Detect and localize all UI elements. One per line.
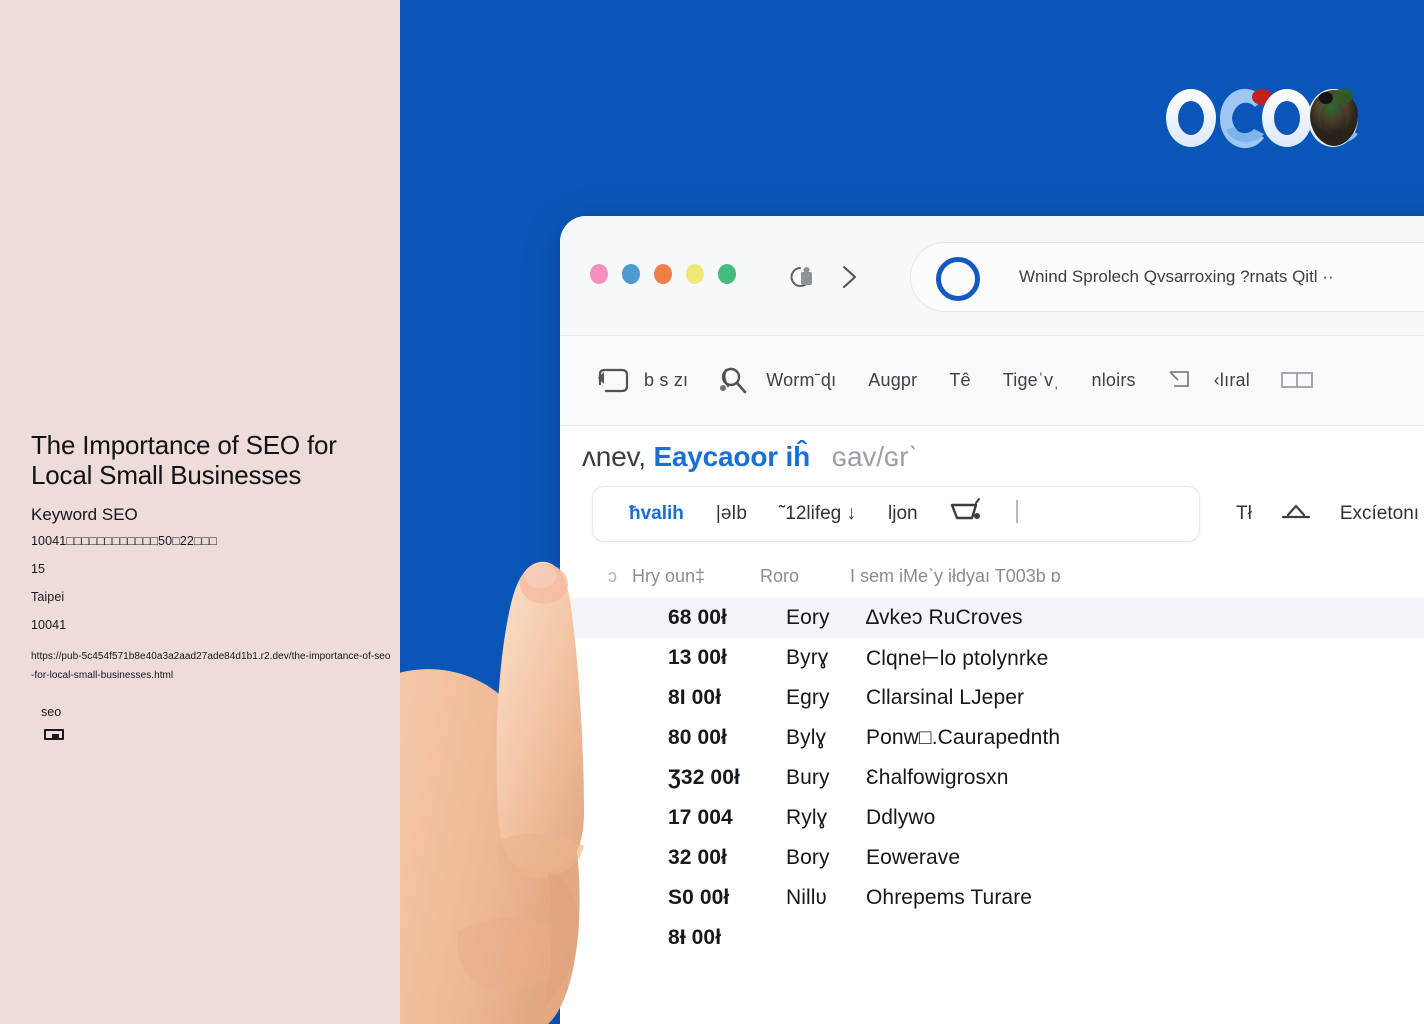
cell-roro: Byrɣ <box>786 646 829 669</box>
page-loading-ring-icon <box>936 257 980 301</box>
dot-blue[interactable] <box>622 264 640 284</box>
cell-roro: Eory <box>786 606 830 629</box>
card-icon <box>44 729 64 741</box>
filter-item-ljon[interactable]: ljon <box>872 503 934 525</box>
toolbar-item-augpr[interactable]: Augpr <box>852 370 933 391</box>
cell-keyword: Ɛhalfowigrosxn <box>866 766 1009 789</box>
keyword-tag: seo <box>41 705 62 719</box>
cell-keyword: Eowerave <box>866 846 961 869</box>
address-number: 15 <box>31 562 46 576</box>
filter-right-exciteton[interactable]: Excíetonı <box>1326 503 1424 525</box>
dot-yellow[interactable] <box>686 264 704 284</box>
toolbar-item-bszi[interactable]: b s zı <box>628 370 704 391</box>
brand-logo <box>1158 82 1364 154</box>
keyword-label: Keyword SEO <box>31 505 138 524</box>
chevron-down-icon: ↓ <box>846 503 857 524</box>
address-postal: 10041 <box>31 618 67 632</box>
address-bar-text: Wnind Sprolech Qvsarroxing ?rnats Qitl ·… <box>1019 267 1334 286</box>
cell-keyword: Clqne⊢lo ptolynrke <box>866 646 1049 670</box>
filter-dropdown-label: ˜12lifeg <box>778 503 842 524</box>
source-url[interactable]: https://pub-5c454f571b8e40a3a2aad27ade84… <box>31 647 391 685</box>
filter-right-tk[interactable]: Tł <box>1222 503 1266 525</box>
toolbar-table-icon[interactable] <box>1152 364 1198 398</box>
toolbar-layout-icon[interactable] <box>1266 364 1313 398</box>
cell-roro: Bory <box>786 846 830 869</box>
left-info-panel: The Importance of SEO for Local Small Bu… <box>0 0 400 1024</box>
cell-roro: Rylɣ <box>786 806 828 829</box>
column-header-keyword[interactable]: I sem iΜeˋy iłdyaı T003b ɒ <box>850 566 1424 587</box>
dot-orange[interactable] <box>654 264 672 284</box>
browser-toolbar: b s zı Wormˉɖı Augpr Tê Tigeˈvˌ nloirs ‹… <box>560 336 1424 426</box>
address-bar[interactable]: Wnind Sprolech Qvsarroxing ?rnats Qitl ·… <box>910 242 1424 312</box>
cell-roro: Bury <box>786 766 830 789</box>
filter-dropdown-12lifeg[interactable]: ˜12lifeg ↓ <box>763 503 872 525</box>
toolbar-item-te[interactable]: Tê <box>933 370 986 391</box>
column-header-roro[interactable]: Roro <box>760 566 850 587</box>
toolbar-home-icon[interactable] <box>582 364 629 398</box>
browser-chrome: Wnind Sprolech Qvsarroxing ?rnats Qitl ·… <box>560 216 1424 336</box>
toolbar-item-nloirs[interactable]: nloirs <box>1076 370 1152 391</box>
back-navigation-icon[interactable] <box>786 264 816 290</box>
cell-keyword: ∆vkeɔ RuCroves <box>866 606 1023 629</box>
page-title-suffix: ɢav/ɢrˋ <box>831 441 918 472</box>
address-line: 10041□□□□□□□□□□□□50□22□□□ <box>31 534 217 548</box>
cell-keyword: Ponw□.Caurapednth <box>866 726 1061 749</box>
pointing-hand <box>398 512 758 1024</box>
toolbar-item-tigelv[interactable]: Tigeˈvˌ <box>987 370 1076 391</box>
cell-keyword: Ohrepems Turare <box>866 886 1033 909</box>
export-icon[interactable] <box>1266 499 1326 530</box>
cell-keyword: Cllarsinal LJeper <box>866 686 1025 709</box>
cell-roro: Bylɣ <box>786 726 827 749</box>
cell-roro: Egry <box>786 686 830 709</box>
cell-roro: Nillʋ <box>786 886 828 909</box>
cell-keyword: Ddlywo <box>866 806 936 829</box>
page-title: ʌnev, Eaycaoor iĥ ɢav/ɢrˋ <box>582 440 918 474</box>
page-title-prefix: ʌnev, <box>582 441 646 472</box>
filter-divider-icon <box>998 497 1036 532</box>
toolbar-search-icon[interactable] <box>704 364 750 398</box>
page-title-accent: Eaycaoor iĥ <box>653 441 810 472</box>
chevron-right-icon[interactable] <box>838 263 860 291</box>
window-control-dots[interactable] <box>590 264 736 284</box>
page-headline: The Importance of SEO for Local Small Bu… <box>31 430 337 490</box>
dot-green[interactable] <box>718 264 736 284</box>
cart-icon[interactable] <box>934 497 998 532</box>
address-city: Taipei <box>31 590 65 604</box>
toolbar-item-klral[interactable]: ‹lıral <box>1198 370 1266 391</box>
dot-pink[interactable] <box>590 264 608 284</box>
filter-bar-right: Tł Excíetonı <box>1208 486 1424 542</box>
screenshot-root: Wnind Sprolech Qvsarroxing ?rnats Qitl ·… <box>0 0 1424 1024</box>
toolbar-item-wormdi[interactable]: Wormˉɖı <box>750 370 852 391</box>
